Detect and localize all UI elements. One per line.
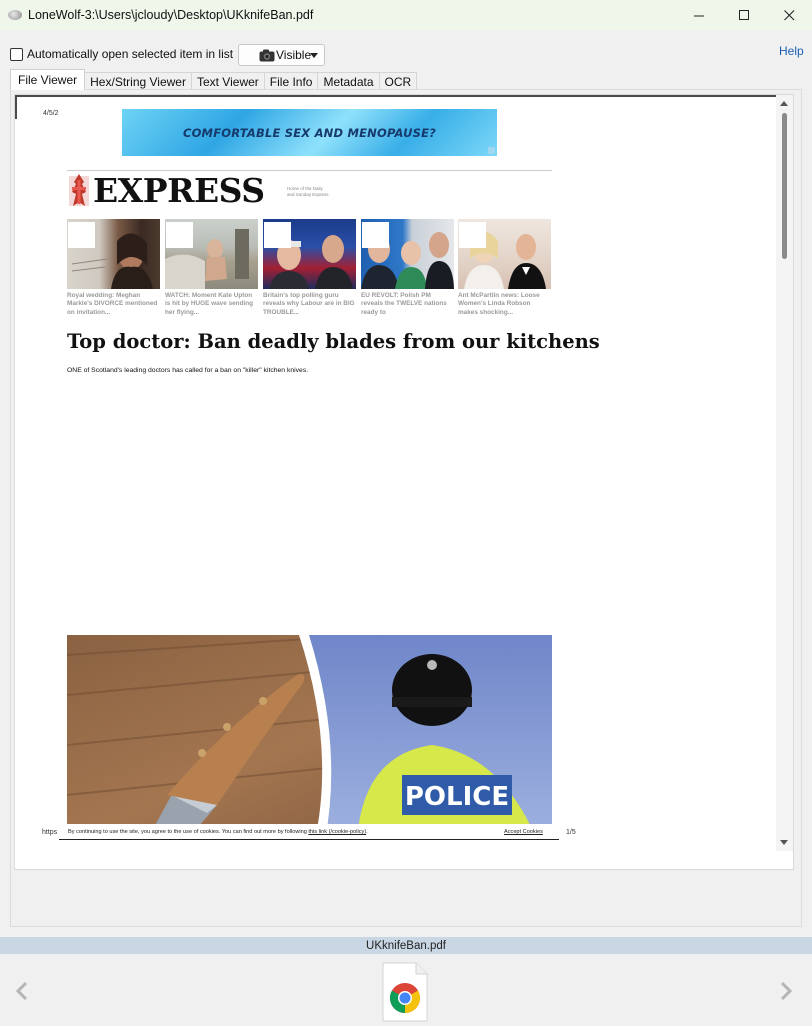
ad-banner[interactable]: COMFORTABLE SEX AND MENOPAUSE? [122, 109, 497, 156]
maximize-icon [738, 9, 749, 20]
viewer-tabs: File Viewer Hex/String Viewer Text Viewe… [10, 69, 418, 90]
toolbar: Automatically open selected item in list… [0, 30, 812, 70]
minimize-icon [693, 15, 704, 16]
status-filename: UKknifeBan.pdf [366, 939, 446, 952]
story-caption: EU REVOLT: Polish PM reveals the TWELVE … [361, 292, 447, 316]
minimize-button[interactable] [676, 0, 722, 30]
help-link[interactable]: Help [779, 44, 804, 58]
close-button[interactable] [766, 0, 812, 30]
thumbnail-placeholder [459, 222, 486, 248]
tab-hex-string-viewer[interactable]: Hex/String Viewer [84, 72, 192, 90]
thumbnail-placeholder [166, 222, 193, 248]
auto-open-checkbox[interactable] [10, 47, 23, 61]
thumbnail-placeholder [362, 222, 389, 248]
story-caption: Ant McPartlin news: Loose Women's Linda … [458, 292, 540, 316]
pdf-footer-url: https [42, 829, 58, 836]
logo-tagline: Home of the Daily and Sunday Express [287, 186, 329, 197]
chrome-pdf-file-icon[interactable] [382, 962, 428, 1022]
title-bar: LoneWolf-3:\Users\jcloudy\Desktop\UKknif… [0, 0, 812, 30]
auto-open-option[interactable]: Automatically open selected item in list [10, 47, 233, 61]
police-sign-text: POLICE [405, 782, 509, 812]
chevron-down-icon [310, 53, 318, 58]
tab-metadata[interactable]: Metadata [317, 72, 380, 90]
article-standfirst: ONE of Scotland's leading doctors has ca… [67, 367, 309, 374]
pdf-page-indicator: 1/5 [566, 829, 576, 836]
ad-choices-icon[interactable] [488, 147, 495, 154]
story-image-kate-upton [165, 219, 258, 289]
ad-text: COMFORTABLE SEX AND MENOPAUSE? [182, 125, 437, 140]
cookie-message-text: By continuing to use the site, you agree… [68, 829, 309, 835]
story-image-meghan [67, 219, 160, 289]
maximize-button[interactable] [721, 0, 767, 30]
visibility-selected-value: Visible [276, 48, 312, 62]
knife-and-police-image: POLICE [67, 635, 552, 840]
story-thumbnail[interactable]: Ant McPartlin news: Loose Women's Linda … [458, 219, 551, 317]
tab-file-info[interactable]: File Info [263, 72, 319, 90]
file-navigator [0, 954, 812, 1026]
crusader-crest-icon [69, 174, 89, 206]
status-bar: UKknifeBan.pdf [0, 937, 812, 954]
story-caption: Britain's top polling guru reveals why L… [263, 292, 355, 316]
vertical-scrollbar[interactable] [776, 95, 793, 851]
visibility-dropdown[interactable]: Visible [238, 44, 325, 66]
cookie-message-end: . [366, 829, 368, 835]
story-image-polling-guru [263, 219, 356, 289]
cookie-message: By continuing to use the site, you agree… [68, 829, 368, 835]
scroll-up-icon[interactable] [780, 101, 788, 106]
cookie-banner: By continuing to use the site, you agree… [59, 824, 559, 840]
article-headline: Top doctor: Ban deadly blades from our k… [67, 330, 600, 353]
story-image-ant-mcpartlin [458, 219, 551, 289]
scrollbar-thumb[interactable] [782, 113, 787, 259]
story-thumbnail[interactable]: WATCH: Moment Kate Upton is hit by HUGE … [165, 219, 258, 317]
story-image-eu-revolt [361, 219, 454, 289]
logo-wordmark: EXPRESS [93, 171, 265, 210]
scroll-down-icon[interactable] [780, 840, 788, 845]
express-logo[interactable]: EXPRESS Home of the Daily and Sunday Exp… [67, 172, 552, 212]
related-stories: Royal wedding: Meghan Markle's DIVORCE m… [67, 219, 552, 319]
article-hero-image: POLICE [67, 635, 552, 840]
story-thumbnail[interactable]: EU REVOLT: Polish PM reveals the TWELVE … [361, 219, 454, 317]
tab-text-viewer[interactable]: Text Viewer [190, 72, 265, 90]
auto-open-label: Automatically open selected item in list [27, 47, 234, 61]
tab-ocr[interactable]: OCR [378, 72, 418, 90]
thumbnail-placeholder [68, 222, 95, 248]
story-thumbnail[interactable]: Britain's top polling guru reveals why L… [263, 219, 356, 317]
viewer-top-border [15, 95, 793, 97]
close-icon [783, 9, 794, 20]
tab-file-viewer[interactable]: File Viewer [10, 69, 86, 90]
thumbnail-placeholder [264, 222, 291, 248]
story-caption: WATCH: Moment Kate Upton is hit by HUGE … [165, 292, 254, 316]
pdf-date-header: 4/5/2 [43, 110, 59, 117]
viewer-left-border [15, 95, 17, 119]
camera-icon [259, 49, 275, 61]
story-thumbnail[interactable]: Royal wedding: Meghan Markle's DIVORCE m… [67, 219, 160, 317]
story-caption: Royal wedding: Meghan Markle's DIVORCE m… [67, 292, 158, 316]
chevron-left-icon[interactable] [14, 980, 30, 1002]
cookie-policy-link[interactable]: this link (/cookie-policy) [308, 829, 366, 835]
window-title: LoneWolf-3:\Users\jcloudy\Desktop\UKknif… [28, 8, 314, 22]
accept-cookies-link[interactable]: Accept Cookies [504, 829, 543, 835]
app-icon [8, 10, 22, 20]
chevron-right-icon[interactable] [778, 980, 794, 1002]
